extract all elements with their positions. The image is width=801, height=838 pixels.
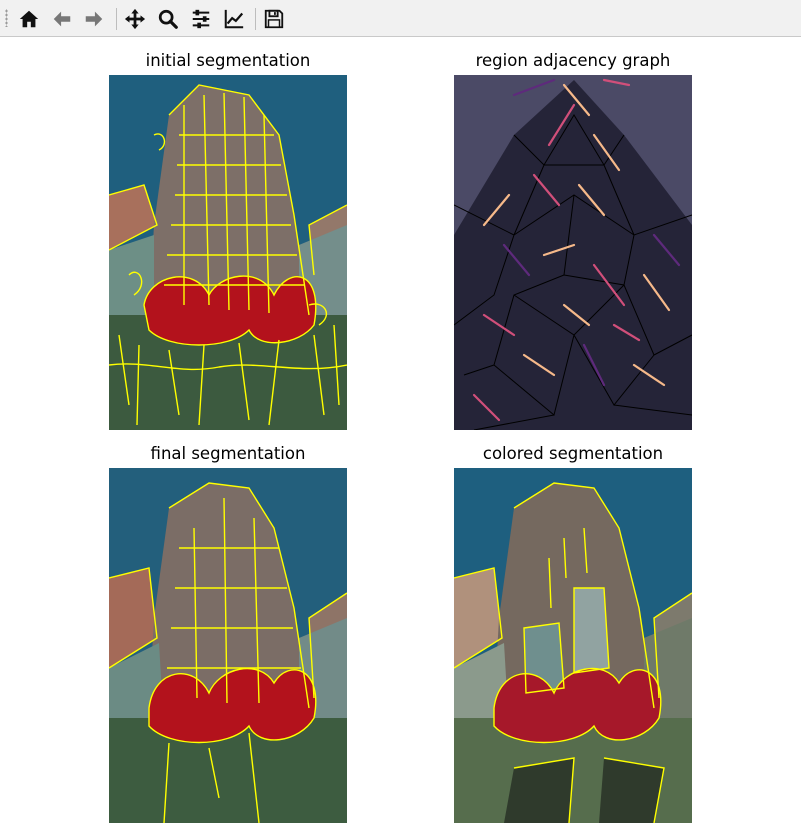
- figure-canvas[interactable]: initial segmentation region adjacency gr…: [0, 38, 801, 838]
- colored-segmentation-image[interactable]: [454, 468, 692, 823]
- home-icon: [19, 10, 39, 28]
- pan-button[interactable]: [121, 5, 149, 33]
- arrow-left-icon: [53, 11, 71, 27]
- toolbar-grip[interactable]: [5, 9, 8, 27]
- line-chart-icon: [224, 9, 244, 29]
- region-adjacency-graph-image[interactable]: [454, 75, 692, 430]
- move-arrows-icon: [124, 8, 146, 30]
- configure-subplots-button[interactable]: [187, 5, 215, 33]
- navigation-toolbar: [0, 0, 801, 37]
- zoom-button[interactable]: [154, 5, 182, 33]
- panel-title-final-segmentation: final segmentation: [150, 444, 306, 463]
- magnifier-icon: [158, 9, 178, 29]
- home-button[interactable]: [15, 5, 43, 33]
- toolbar-separator: [255, 8, 256, 30]
- final-segmentation-image[interactable]: [109, 468, 347, 823]
- panel-title-initial-segmentation: initial segmentation: [145, 51, 311, 70]
- forward-button[interactable]: [80, 5, 108, 33]
- panel-title-colored-segmentation: colored segmentation: [482, 444, 664, 463]
- toolbar-separator: [116, 8, 117, 30]
- save-button[interactable]: [260, 5, 288, 33]
- floppy-disk-icon: [264, 9, 284, 29]
- edit-axis-button[interactable]: [220, 5, 248, 33]
- back-button[interactable]: [48, 5, 76, 33]
- arrow-right-icon: [85, 11, 103, 27]
- initial-segmentation-image[interactable]: [109, 75, 347, 430]
- panel-title-region-adjacency-graph: region adjacency graph: [475, 51, 671, 70]
- sliders-icon: [192, 9, 210, 29]
